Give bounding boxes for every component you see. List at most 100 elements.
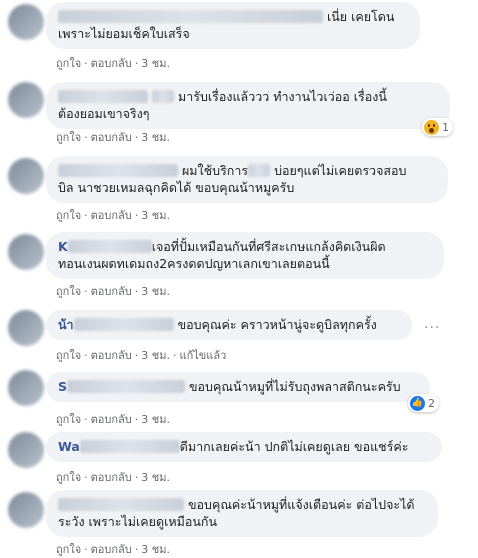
like-link[interactable]: ถูกใจ (56, 349, 81, 362)
comment-text-line1: เจอที่ปั้มเหมือนกันที่ศรีสะเกษแกล้งคิดเง… (151, 239, 386, 254)
comment-text: K เจอที่ปั้มเหมือนกันที่ศรีสะเกษแกล้งคิดเ… (58, 238, 432, 255)
comment-text-line1: ขอบคุณน้าหมูที่ไม่รับถุงพลาสติกนะครับ (189, 379, 401, 394)
reply-link[interactable]: ตอบกลับ (91, 471, 132, 484)
comment-actions: ถูกใจ · ตอบกลับ · 3 ชม. (56, 410, 170, 428)
comment-text-line1: เนี่ย เคยโดน (326, 9, 395, 24)
commenter-name[interactable]: S (58, 379, 67, 394)
like-link[interactable]: ถูกใจ (56, 57, 81, 70)
comment-text-part2: บ่อยๆแต่ไม่เคยตรวจสอบ (274, 163, 407, 178)
separator: · (134, 57, 139, 70)
avatar[interactable] (8, 370, 44, 406)
comment-bubble: เนี่ย เคยโดน เพราะไม่ยอมเช็คใบเสร็จ (46, 2, 420, 49)
reply-link[interactable]: ตอบกลับ (91, 349, 132, 362)
blurred-name[interactable] (67, 240, 152, 253)
comment-text-line1: ขอบคุณค่ะน้าหมูที่แจ้งเตือนค่ะ ต่อไปจะได… (187, 497, 415, 512)
reply-link[interactable]: ตอบกลับ (91, 543, 132, 556)
avatar[interactable] (8, 4, 44, 40)
timestamp[interactable]: 3 ชม. (141, 471, 170, 484)
avatar[interactable] (8, 310, 44, 346)
comment-bubble: S ขอบคุณน้าหมูที่ไม่รับถุงพลาสติกนะครับ (46, 372, 430, 402)
like-link[interactable]: ถูกใจ (56, 285, 81, 298)
comment-bubble: น้า ขอบคุณค่ะ คราวหน้านู่จะดูบิลทุกครั้ง (46, 310, 412, 340)
comment-text-part1: ผมใช้บริการ (181, 163, 249, 178)
avatar[interactable] (8, 82, 44, 118)
comment-text-line1: ดีมากเลยค่ะน้า ปกติไม่เคยดูเลย ขอแชร์ค่ะ (179, 439, 409, 454)
separator: · (172, 349, 177, 362)
comment-actions: ถูกใจ · ตอบกลับ · 3 ชม. (56, 468, 170, 486)
comment-actions: ถูกใจ · ตอบกลับ · 3 ชม. (56, 282, 170, 300)
comment-actions: ถูกใจ · ตอบกลับ · 3 ชม. (56, 206, 170, 224)
comment-actions: ถูกใจ · ตอบกลับ · 3 ชม. (56, 540, 170, 558)
comment-text-line2: ต้องยอมเขาจริงๆ (58, 106, 150, 121)
comment-actions: ถูกใจ · ตอบกลับ · 3 ชม. (56, 128, 170, 146)
separator: · (84, 57, 88, 70)
timestamp[interactable]: 3 ชม. (141, 209, 170, 222)
commenter-name[interactable]: Wa (58, 439, 80, 454)
separator: · (134, 209, 139, 222)
comment-text-line1: มารับเรื่องแล้ววว ทำงานไวเว่ออ เรื่องนี้ (177, 89, 387, 104)
comment-text: ผมใช้บริการ บ่อยๆแต่ไม่เคยตรวจสอบ (58, 162, 436, 179)
reply-link[interactable]: ตอบกลับ (91, 57, 132, 70)
like-link[interactable]: ถูกใจ (56, 543, 81, 556)
comment-actions: ถูกใจ · ตอบกลับ · 3 ชม. · แก้ไขแล้ว (56, 346, 226, 364)
blurred-name[interactable] (67, 380, 186, 393)
comment-text-line2: ระวัง เพราะไม่เคยดูเหมือนกัน (58, 514, 218, 529)
reply-link[interactable]: ตอบกลับ (91, 413, 132, 426)
reaction-badge[interactable]: 1 (422, 118, 453, 136)
timestamp[interactable]: 3 ชม. (141, 285, 170, 298)
comment-bubble: มารับเรื่องแล้ววว ทำงานไวเว่ออ เรื่องนี้… (46, 82, 450, 129)
timestamp[interactable]: 3 ชม. (141, 57, 170, 70)
comment-text: S ขอบคุณน้าหมูที่ไม่รับถุงพลาสติกนะครับ (58, 378, 418, 395)
timestamp[interactable]: 3 ชม. (141, 131, 170, 144)
avatar[interactable] (8, 492, 44, 528)
separator: · (84, 131, 88, 144)
separator: · (134, 471, 139, 484)
like-link[interactable]: ถูกใจ (56, 131, 81, 144)
blurred-name[interactable] (58, 10, 323, 23)
separator: · (84, 349, 88, 362)
separator: · (84, 285, 88, 298)
like-link[interactable]: ถูกใจ (56, 471, 81, 484)
separator: · (134, 413, 139, 426)
separator: · (84, 543, 88, 556)
reply-link[interactable]: ตอบกลับ (91, 131, 132, 144)
comment-text-line2: ทอนเงนผดทเดมถง2ครงดดปญหาเลกเขาเลยตอนนี้ (58, 256, 330, 271)
more-options-icon[interactable]: ··· (424, 320, 440, 336)
like-link[interactable]: ถูกใจ (56, 413, 81, 426)
edited-label[interactable]: แก้ไขแล้ว (179, 349, 226, 362)
blurred-name[interactable] (58, 498, 184, 511)
like-icon: 👍 (410, 395, 425, 411)
commenter-name[interactable]: K (58, 239, 68, 254)
like-link[interactable]: ถูกใจ (56, 209, 81, 222)
comment-bubble: Wa ดีมากเลยค่ะน้า ปกติไม่เคยดูเลย ขอแชร์ค… (46, 432, 442, 462)
separator: · (134, 349, 139, 362)
blurred-name[interactable] (58, 90, 148, 103)
comment-bubble: K เจอที่ปั้มเหมือนกันที่ศรีสะเกษแกล้งคิดเ… (46, 232, 444, 279)
separator: · (84, 471, 88, 484)
comment-text-line2: บิล นาชวยเหมลฉุกคิดได้ ขอบคุณน้าหมูครับ (58, 180, 295, 195)
reply-link[interactable]: ตอบกลับ (91, 209, 132, 222)
blurred-name[interactable] (73, 318, 174, 331)
wow-icon (424, 119, 439, 135)
timestamp[interactable]: 3 ชม. (141, 543, 170, 556)
blurred-name[interactable] (79, 440, 180, 453)
comment-bubble: ผมใช้บริการ บ่อยๆแต่ไม่เคยตรวจสอบ บิล นา… (46, 156, 448, 203)
comment-text-line1: ขอบคุณค่ะ คราวหน้านู่จะดูบิลทุกครั้ง (177, 317, 377, 332)
separator: · (134, 131, 139, 144)
blurred-name[interactable] (58, 164, 178, 177)
blurred-tag[interactable] (151, 90, 174, 103)
separator: · (84, 209, 88, 222)
avatar[interactable] (8, 432, 44, 468)
comment-text: ขอบคุณค่ะน้าหมูที่แจ้งเตือนค่ะ ต่อไปจะได… (58, 496, 426, 513)
timestamp[interactable]: 3 ชม. (141, 413, 170, 426)
reply-link[interactable]: ตอบกลับ (91, 285, 132, 298)
reaction-count: 1 (442, 120, 449, 134)
reaction-badge[interactable]: 👍 2 (408, 394, 439, 412)
commenter-name[interactable]: น้า (58, 317, 74, 332)
avatar[interactable] (8, 234, 44, 270)
avatar[interactable] (8, 158, 44, 194)
comment-text-line2: เพราะไม่ยอมเช็คใบเสร็จ (58, 26, 190, 41)
timestamp[interactable]: 3 ชม. (141, 349, 170, 362)
comment-text: น้า ขอบคุณค่ะ คราวหน้านู่จะดูบิลทุกครั้ง (58, 316, 400, 333)
separator: · (134, 285, 139, 298)
